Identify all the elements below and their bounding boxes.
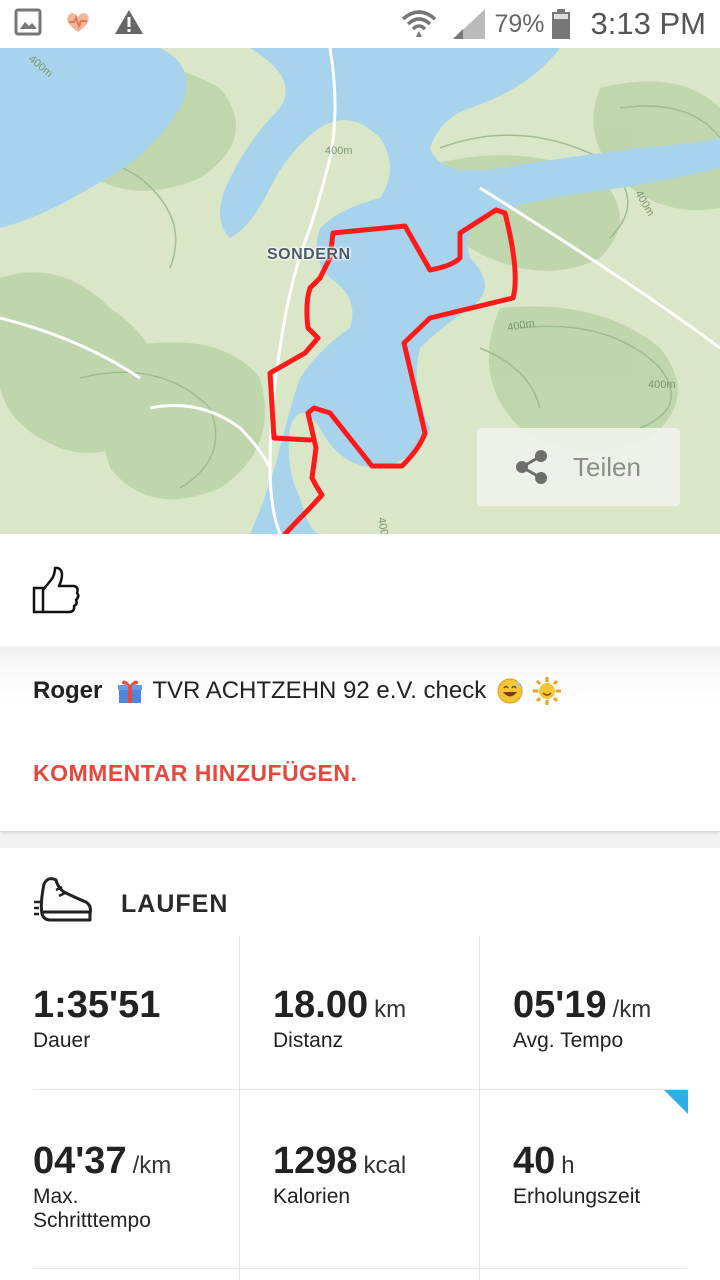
section-divider bbox=[0, 834, 720, 848]
stat-duration: 1:35'51 Dauer bbox=[33, 984, 273, 1053]
info-corner-flag[interactable] bbox=[664, 1090, 688, 1114]
route-map[interactable]: 400m 400m 400m 400m 400m 400 SONDERN Tei… bbox=[0, 48, 720, 534]
stat-label: Max. Schritttempo bbox=[33, 1185, 151, 1232]
stat-value: 04'37/km bbox=[33, 1140, 172, 1182]
stat-label: Erholungszeit bbox=[513, 1185, 641, 1208]
health-heart-icon bbox=[67, 13, 89, 32]
comment-author[interactable]: Roger bbox=[33, 677, 102, 705]
stat-label: Avg. Tempo bbox=[513, 1029, 624, 1052]
stat-value: 1:35'51 bbox=[33, 984, 161, 1026]
stat-unit: km bbox=[374, 996, 407, 1023]
stat-unit: /km bbox=[612, 996, 652, 1023]
grid-divider bbox=[33, 1268, 687, 1269]
stat-distance: 18.00 km Distanz bbox=[273, 984, 513, 1053]
svg-text:400m: 400m bbox=[325, 145, 353, 157]
svg-text:400m: 400m bbox=[648, 379, 676, 391]
comment-section: Roger TVR ACHTZEHN 92 e.V. check KOMMENT… bbox=[0, 646, 720, 832]
map-place-label: SONDERN bbox=[267, 246, 351, 263]
comment-text: TVR ACHTZEHN 92 e.V. check bbox=[152, 677, 487, 704]
stat-label: Dauer bbox=[33, 1029, 91, 1052]
stat-label: Kalorien bbox=[273, 1185, 351, 1208]
status-bar-clock: 3:13 PM bbox=[590, 6, 706, 41]
activity-type: LAUFEN bbox=[121, 890, 229, 918]
stat-value: 1298 kcal bbox=[273, 1140, 407, 1182]
stat-value: 18.00 km bbox=[273, 984, 407, 1026]
stat-value: 05'19/km bbox=[513, 984, 652, 1026]
share-icon bbox=[516, 450, 547, 484]
status-bar-system: 79% 3:13 PM bbox=[401, 6, 706, 42]
comment-item: Roger TVR ACHTZEHN 92 e.V. check bbox=[33, 676, 566, 706]
signal-icon bbox=[452, 9, 485, 39]
stat-max-pace: 04'37/km Max. Schritttempo bbox=[33, 1140, 273, 1233]
gift-emoji bbox=[118, 680, 143, 703]
status-bar: 79% 3:13 PM bbox=[0, 0, 720, 48]
stats-grid: 1:35'51 Dauer 18.00 km Distanz 05'19/km A… bbox=[0, 936, 720, 1280]
wifi-icon bbox=[401, 10, 436, 37]
share-label: Teilen bbox=[573, 452, 641, 482]
stat-label: Distanz bbox=[273, 1029, 344, 1052]
battery-icon bbox=[551, 9, 570, 39]
stat-avg-pace: 05'19/km Avg. Tempo bbox=[513, 984, 720, 1053]
warning-icon bbox=[115, 10, 143, 34]
add-comment-button[interactable]: KOMMENTAR HINZUFÜGEN. bbox=[33, 760, 357, 787]
battery-percentage: 79% bbox=[494, 9, 545, 38]
stat-recovery-time: 40 h Erholungszeit bbox=[513, 1140, 720, 1209]
activity-header: LAUFEN bbox=[0, 848, 720, 936]
stat-value: 40 h bbox=[513, 1140, 575, 1182]
like-row bbox=[0, 534, 720, 646]
running-shoe-icon bbox=[34, 877, 92, 922]
status-bar-notifications bbox=[14, 8, 144, 36]
sun-emoji bbox=[533, 677, 562, 705]
thumbs-up-icon[interactable] bbox=[30, 564, 82, 616]
stat-calories: 1298 kcal Kalorien bbox=[273, 1140, 513, 1209]
stat-unit: kcal bbox=[363, 1152, 407, 1179]
stat-unit: /km bbox=[132, 1152, 172, 1179]
stat-unit: h bbox=[561, 1152, 575, 1179]
grid-divider bbox=[33, 1089, 687, 1090]
grinning-sweat-emoji bbox=[497, 678, 523, 704]
share-button[interactable]: Teilen bbox=[477, 428, 680, 506]
gallery-icon bbox=[14, 8, 42, 36]
